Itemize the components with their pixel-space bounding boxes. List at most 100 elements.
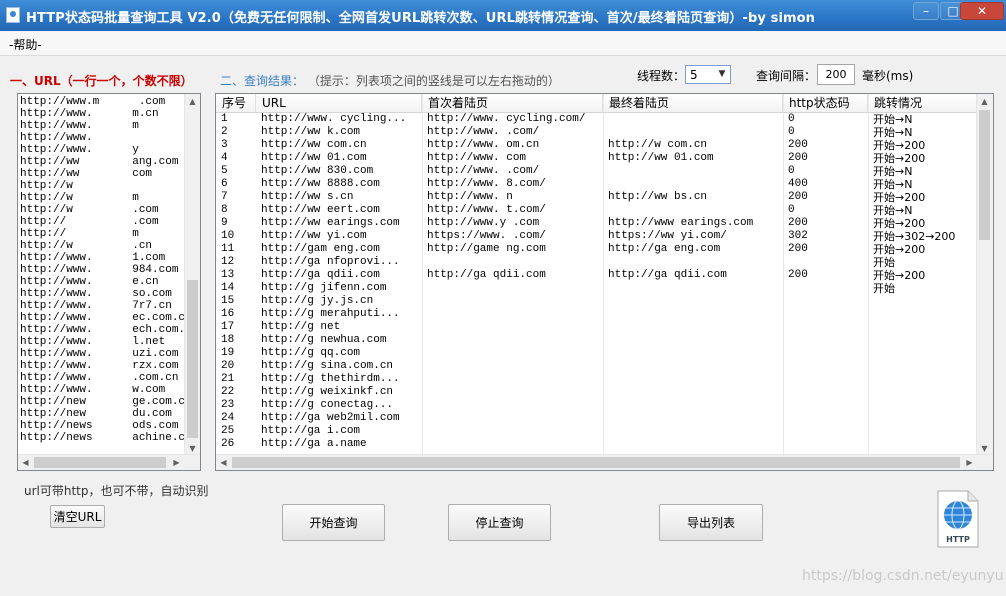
table-row[interactable]: 8 http://ww eert.com http://www. t.com/0 开始… [216,204,978,217]
table-row[interactable]: 9 http://ww earings.com http://www.y .com h… [216,217,978,230]
table-row[interactable]: 16 http://g merahputi... [216,308,978,321]
row-url: http://ww yi.com [261,230,367,242]
url-line: http://www. y [20,144,139,156]
row-index: 19 [221,347,235,359]
row-final-landing [603,256,783,269]
table-row[interactable]: 23 http://g conectag... [216,399,978,412]
url-line: http:// .com [20,216,159,228]
table-row[interactable]: 5 http://ww 830.com http://www. .com/0 开始→N [216,165,978,178]
menu-help[interactable]: -帮助- [9,36,42,53]
scroll-up-icon[interactable]: ▲ [185,94,200,109]
export-list-button[interactable]: 导出列表 [659,504,763,541]
scroll-right-icon[interactable]: ▶ [169,455,184,470]
table-row[interactable]: 26 http://ga a.name [216,438,978,451]
results-list[interactable]: 序号 URL 首次着陆页 最终着陆页 http状态码 跳转情况 1 http://… [215,93,994,471]
url-line: http://news achine.com [20,432,199,444]
url-line: http://www. m [20,120,139,132]
row-index: 11 [221,243,235,255]
table-row[interactable]: 2 http://ww k.com http://www. .com/0 开始→N [216,126,978,139]
row-index: 16 [221,308,235,320]
interval-unit: 毫秒(ms) [862,69,914,83]
table-row[interactable]: 3 http://ww com.cn http://www. om.cn http:/… [216,139,978,152]
row-redirect: 开始→N [873,165,913,178]
table-row[interactable]: 4 http://ww 01.com http://www. com http://w… [216,152,978,165]
row-index: 26 [221,438,235,450]
url-scroll-thumb[interactable] [187,280,198,438]
close-button[interactable]: ✕ [960,2,1004,20]
table-row[interactable]: 20 http://g sina.com.cn [216,360,978,373]
row-final-landing: http://ww 01.com [608,152,714,164]
row-redirect [868,399,978,412]
col-header-first-landing[interactable]: 首次着陆页 [422,94,603,112]
results-rows: 1 http://www. cycling... http://www. cycli… [216,113,978,456]
table-row[interactable]: 19 http://g qq.com [216,347,978,360]
row-url: http://g qq.com [261,347,361,359]
url-line: http://www. ec.com.cn [20,312,192,324]
row-redirect: 开始→N [873,178,913,191]
row-redirect [868,425,978,438]
results-horizontal-scrollbar[interactable]: ◀ ▶ [216,454,993,470]
row-first-landing [422,295,603,308]
url-hscroll-thumb[interactable] [34,457,166,468]
row-index: 25 [221,425,235,437]
url-line: http://w .cn [20,240,153,252]
scroll-left-icon[interactable]: ◀ [216,455,231,470]
row-status [783,425,868,438]
url-horizontal-scrollbar[interactable]: ◀ ▶ [18,454,200,470]
row-final-landing: https://ww yi.com/ [608,230,727,242]
table-row[interactable]: 25 http://ga i.com [216,425,978,438]
scroll-right-icon[interactable]: ▶ [962,455,977,470]
table-row[interactable]: 7 http://ww s.cn http://www. n http://ww bs… [216,191,978,204]
url-line: http://new ge.com.cn [20,396,192,408]
col-header-status[interactable]: http状态码 [783,94,868,112]
col-header-url[interactable]: URL [256,94,422,112]
url-textarea[interactable]: http://www.m .com http://www. m.cn http://… [17,93,201,471]
scroll-left-icon[interactable]: ◀ [18,455,33,470]
row-index: 23 [221,399,235,411]
app-icon [6,7,20,23]
table-row[interactable]: 10 http://ww yi.com https://www. .com/http… [216,230,978,243]
row-url: http://ga nfoprovi... [261,256,400,268]
results-vertical-scrollbar[interactable]: ▲ ▼ [976,94,993,456]
row-index: 3 [221,139,228,151]
table-row[interactable]: 21 http://g thethirdm... [216,373,978,386]
results-hscroll-thumb[interactable] [232,457,960,468]
minimize-button[interactable]: – [913,2,939,20]
row-status [783,386,868,399]
clear-url-button[interactable]: 清空URL [50,505,105,528]
row-redirect [868,386,978,399]
table-row[interactable]: 13 http://ga qdii.com http://ga qdii.com ht… [216,269,978,282]
table-row[interactable]: 11 http://gam eng.com http://game ng.com ht… [216,243,978,256]
table-row[interactable]: 1 http://www. cycling... http://www. cycli… [216,113,978,126]
table-row[interactable]: 17 http://g net [216,321,978,334]
table-row[interactable]: 12 http://ga nfoprovi... 开始 [216,256,978,269]
row-index: 12 [221,256,235,268]
row-redirect [868,373,978,386]
scroll-up-icon[interactable]: ▲ [977,94,992,109]
row-first-landing [422,438,603,451]
col-header-redirect[interactable]: 跳转情况 [868,94,978,112]
row-url: http://ga web2mil.com [261,412,400,424]
row-redirect [868,347,978,360]
table-row[interactable]: 14 http://g jifenn.com 开始 [216,282,978,295]
results-scroll-thumb[interactable] [979,110,990,240]
table-row[interactable]: 22 http://g weixinkf.cn [216,386,978,399]
row-index: 20 [221,360,235,372]
table-row[interactable]: 15 http://g jy.js.cn [216,295,978,308]
row-index: 6 [221,178,228,190]
stop-query-button[interactable]: 停止查询 [448,504,551,541]
start-query-button[interactable]: 开始查询 [282,504,385,541]
url-vertical-scrollbar[interactable]: ▲ ▼ [184,94,200,456]
col-header-final-landing[interactable]: 最终着陆页 [603,94,783,112]
table-row[interactable]: 6 http://ww 8888.com http://www. 8.com/400… [216,178,978,191]
row-first-landing [422,386,603,399]
table-row[interactable]: 18 http://g newhua.com [216,334,978,347]
table-row[interactable]: 24 http://ga web2mil.com [216,412,978,425]
threads-select[interactable]: 5 ▼ [685,65,731,84]
col-header-index[interactable]: 序号 [216,94,256,112]
chevron-down-icon[interactable]: ▼ [715,67,729,82]
row-first-landing: http://ga qdii.com [427,269,546,281]
interval-input[interactable] [817,64,855,85]
row-final-landing [603,295,783,308]
row-status [783,399,868,412]
